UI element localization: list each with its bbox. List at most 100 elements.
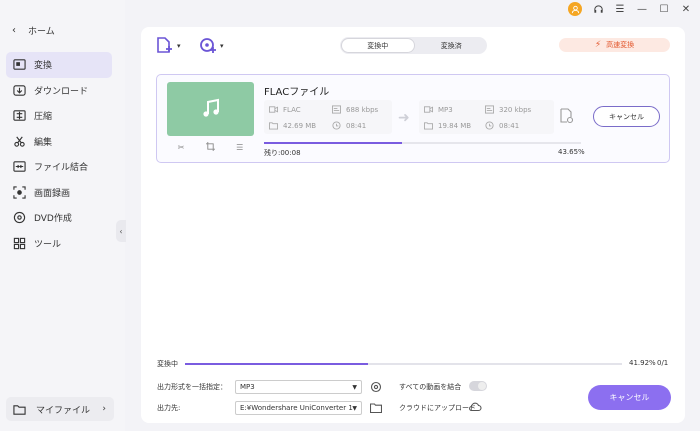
cancel-file-button[interactable]: キャンセル <box>593 106 660 127</box>
bitrate-icon <box>332 105 341 114</box>
target-info: MP3 320 kbps 19.84 MB 08:41 <box>419 100 554 134</box>
source-size: 42.69 MB <box>269 121 316 130</box>
source-info: FLAC 688 kbps 42.69 MB 08:41 <box>264 100 392 134</box>
source-format: FLAC <box>269 105 301 114</box>
maximize-icon[interactable]: ☐ <box>658 2 670 16</box>
thumbnail <box>167 82 254 136</box>
sidebar-item-edit[interactable]: 編集 <box>6 129 112 155</box>
trim-scissors-icon[interactable]: ✂ <box>178 143 185 152</box>
sidebar-item-label: 編集 <box>34 137 53 148</box>
add-disc-icon <box>200 38 216 53</box>
main-panel: ▾ ▾ 変換中 変換済 ⚡ 高速変換 ✂ ☰ FLACファイル FLAC 688… <box>141 27 685 423</box>
chevron-down-icon: ▼ <box>352 404 357 412</box>
target-duration-text: 08:41 <box>499 121 520 130</box>
sidebar-item-merge[interactable]: ファイル結合 <box>6 154 112 180</box>
output-format-label: 出力形式を一括指定： <box>157 383 227 391</box>
chevron-left-icon: ‹ <box>119 226 123 236</box>
sidebar-item-dvd[interactable]: DVD作成 <box>6 205 112 231</box>
total-count: 0/1 <box>657 359 669 367</box>
chevron-right-icon: › <box>102 404 106 414</box>
home-label: ホーム <box>28 27 55 37</box>
cancel-all-button[interactable]: キャンセル <box>588 385 671 410</box>
target-format: MP3 <box>424 105 453 114</box>
dvd-icon <box>12 211 26 225</box>
target-duration: 08:41 <box>485 121 519 130</box>
compress-icon <box>12 109 26 123</box>
my-files-label: マイファイル <box>36 405 91 416</box>
tools-icon <box>12 236 26 250</box>
convert-icon <box>12 58 26 72</box>
lightning-icon: ⚡ <box>594 40 602 50</box>
output-dest-label: 出力先: <box>157 404 181 412</box>
toggle-knob <box>478 382 486 390</box>
fast-convert-button[interactable]: ⚡ 高速変換 <box>559 38 670 52</box>
sidebar-item-label: 画面録画 <box>34 188 71 199</box>
sidebar-collapse-button[interactable]: ‹ <box>116 220 126 242</box>
settings-file-icon[interactable] <box>560 108 574 127</box>
output-dest-select[interactable]: E:¥Wondershare UniConverter 1 ▼ <box>235 401 362 415</box>
cloud-upload-icon[interactable] <box>468 401 482 412</box>
close-icon[interactable]: ✕ <box>680 2 692 16</box>
sidebar-item-record[interactable]: 画面録画 <box>6 180 112 206</box>
sidebar-item-convert[interactable]: 変換 <box>6 52 112 78</box>
home-button[interactable]: ‹ ホーム <box>12 24 55 37</box>
tab-converting[interactable]: 変換中 <box>341 38 415 53</box>
menu-icon[interactable]: ☰ <box>614 2 626 16</box>
add-file-button[interactable]: ▾ <box>156 37 181 54</box>
merge-icon <box>12 160 26 174</box>
output-format-value: MP3 <box>240 383 255 391</box>
my-files-button[interactable]: マイファイル › <box>6 397 114 421</box>
total-progress-bar <box>185 363 622 365</box>
tab-converted[interactable]: 変換済 <box>416 37 488 54</box>
fast-convert-label: 高速変換 <box>606 41 635 49</box>
effects-list-icon[interactable]: ☰ <box>236 143 243 152</box>
sidebar-item-label: 圧縮 <box>34 112 53 123</box>
merge-videos-toggle[interactable] <box>469 381 487 391</box>
sidebar-item-label: ダウンロード <box>34 86 89 97</box>
bitrate-icon <box>485 105 494 114</box>
add-media-button[interactable]: ▾ <box>199 37 224 54</box>
arrow-right-icon: ➜ <box>398 110 410 126</box>
target-size-text: 19.84 MB <box>438 121 472 130</box>
sidebar-item-tools[interactable]: ツール <box>6 231 112 257</box>
file-name: FLACファイル <box>264 87 330 98</box>
clock-icon <box>332 121 341 130</box>
remaining-time: 残り:00:08 <box>264 149 301 157</box>
total-progress-fill <box>185 363 369 365</box>
source-duration-text: 08:41 <box>346 121 367 130</box>
file-progress-fill <box>264 142 403 144</box>
format-settings-icon[interactable] <box>370 381 382 393</box>
sidebar-item-download[interactable]: ダウンロード <box>6 78 112 104</box>
sidebar: ‹ ホーム 変換 ダウンロード 圧縮 編集 ファイル結合 画面録画 DVD作成 … <box>0 0 126 431</box>
target-format-text: MP3 <box>438 105 453 114</box>
video-icon <box>424 106 433 113</box>
sidebar-nav: 変換 ダウンロード 圧縮 編集 ファイル結合 画面録画 DVD作成 ツール <box>6 52 112 256</box>
sidebar-item-compress[interactable]: 圧縮 <box>6 103 112 129</box>
target-size: 19.84 MB <box>424 121 471 130</box>
video-icon <box>269 106 278 113</box>
target-bitrate-text: 320 kbps <box>499 105 532 114</box>
user-avatar-icon[interactable] <box>568 2 582 16</box>
output-dest-value: E:¥Wondershare UniConverter 1 <box>240 404 353 412</box>
target-bitrate: 320 kbps <box>485 105 531 114</box>
minimize-icon[interactable]: — <box>636 2 648 16</box>
headset-icon[interactable] <box>592 2 604 16</box>
source-format-text: FLAC <box>283 105 301 114</box>
file-percent: 43.65% <box>558 148 585 156</box>
open-folder-icon[interactable] <box>370 402 382 414</box>
folder-icon <box>424 122 433 130</box>
source-duration: 08:41 <box>332 121 366 130</box>
folder-icon <box>269 122 278 130</box>
source-size-text: 42.69 MB <box>283 121 317 130</box>
file-card: ✂ ☰ FLACファイル FLAC 688 kbps 42.69 MB 08:4… <box>156 74 670 163</box>
file-progress-bar <box>264 142 581 144</box>
source-bitrate-text: 688 kbps <box>346 105 379 114</box>
crop-icon[interactable] <box>205 141 215 153</box>
thumbnail-tools: ✂ ☰ <box>167 138 254 156</box>
output-format-select[interactable]: MP3 ▼ <box>235 380 362 394</box>
sidebar-item-label: ファイル結合 <box>34 163 89 174</box>
source-bitrate: 688 kbps <box>332 105 378 114</box>
total-status-label: 変換中 <box>157 360 178 368</box>
folder-icon <box>12 402 26 416</box>
chevron-down-icon: ▾ <box>177 41 181 50</box>
